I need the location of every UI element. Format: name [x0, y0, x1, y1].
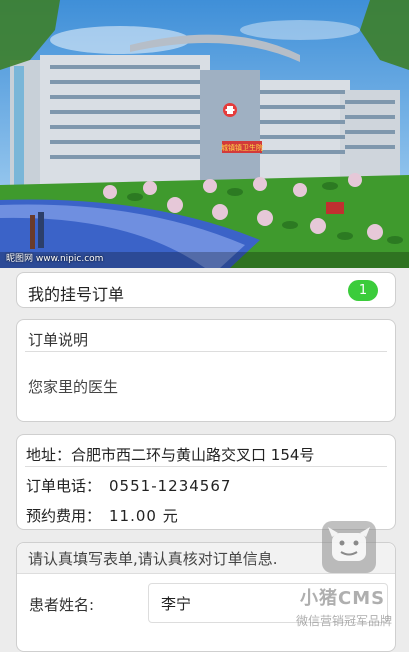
order-description-title: 订单说明: [28, 331, 89, 349]
fee-value: 11.00 元: [109, 507, 179, 525]
hospital-sign: 城镇镇卫生院: [221, 143, 263, 152]
hospital-info-card: 地址：合肥市西二环与黄山路交叉口 154号 订单电话： 0551-1234567 …: [16, 434, 396, 530]
my-orders-label: 我的挂号订单: [28, 285, 125, 304]
form-notice-text: 请认真填写表单,请认真核对订单信息.: [28, 550, 278, 568]
order-description-body: 您家里的医生: [28, 378, 119, 396]
phone-row: 订单电话： 0551-1234567: [26, 475, 231, 496]
pig-logo-icon: [322, 521, 376, 573]
address-text: 地址：合肥市西二环与黄山路交叉口 154号: [26, 446, 315, 464]
my-orders-item[interactable]: 我的挂号订单 1: [16, 272, 396, 308]
order-description-card: 订单说明 您家里的医生: [16, 319, 396, 422]
phone-number[interactable]: 0551-1234567: [109, 477, 231, 495]
watermark-subtitle: 微信营销冠军品牌: [296, 614, 393, 628]
hospital-banner: 城镇镇卫生院 昵图网 www.nipic.com: [0, 0, 409, 268]
order-count-badge: 1: [348, 280, 378, 301]
fee-label: 预约费用：: [26, 507, 102, 525]
fee-row: 预约费用： 11.00 元: [26, 505, 179, 526]
phone-label: 订单电话：: [26, 477, 102, 495]
watermark-title: 小猪CMS: [300, 588, 386, 609]
divider: [25, 466, 387, 467]
image-credit-caption: 昵图网 www.nipic.com: [6, 254, 104, 264]
divider: [25, 351, 387, 352]
patient-name-label: 患者姓名:: [29, 596, 95, 614]
